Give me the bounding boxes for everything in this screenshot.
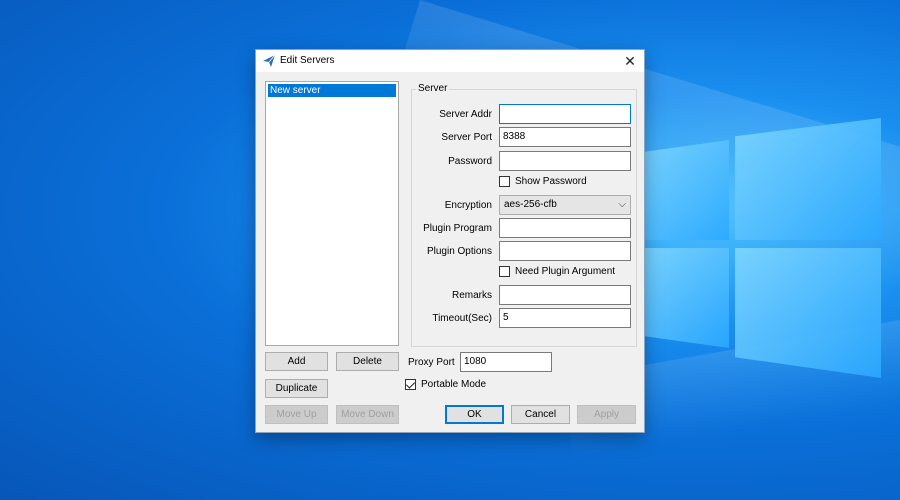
duplicate-button[interactable]: Duplicate — [265, 379, 328, 398]
server-port-label: Server Port — [441, 132, 492, 143]
server-addr-input[interactable] — [499, 104, 631, 124]
move-down-button[interactable]: Move Down — [336, 405, 399, 424]
title-bar[interactable]: Edit Servers ✕ — [256, 50, 644, 72]
server-list[interactable]: New server — [265, 81, 399, 346]
dialog-title: Edit Servers — [280, 55, 335, 66]
encryption-value: aes-256-cfb — [504, 199, 557, 210]
chevron-down-icon: ⌵ — [618, 199, 626, 210]
need-plugin-argument-checkbox[interactable]: Need Plugin Argument — [499, 266, 615, 277]
apply-button[interactable]: Apply — [577, 405, 636, 424]
plugin-options-label: Plugin Options — [426, 246, 492, 257]
plugin-program-label: Plugin Program — [423, 223, 492, 234]
timeout-input[interactable]: 5 — [499, 308, 631, 328]
encryption-select[interactable]: aes-256-cfb ⌵ — [499, 195, 631, 215]
close-icon[interactable]: ✕ — [616, 50, 644, 72]
portable-mode-label: Portable Mode — [421, 379, 487, 390]
server-group-title: Server — [416, 83, 450, 94]
paper-plane-icon — [262, 54, 276, 68]
plugin-program-input[interactable] — [499, 218, 631, 238]
portable-mode-box[interactable] — [405, 379, 416, 390]
remarks-label: Remarks — [451, 290, 492, 301]
remarks-input[interactable] — [499, 285, 631, 305]
cancel-button[interactable]: Cancel — [511, 405, 570, 424]
plugin-options-input[interactable] — [499, 241, 631, 261]
delete-button[interactable]: Delete — [336, 352, 399, 371]
add-button[interactable]: Add — [265, 352, 328, 371]
show-password-box[interactable] — [499, 176, 510, 187]
move-up-button[interactable]: Move Up — [265, 405, 328, 424]
show-password-label: Show Password — [515, 176, 587, 187]
show-password-checkbox[interactable]: Show Password — [499, 176, 587, 187]
encryption-label: Encryption — [444, 200, 492, 211]
timeout-label: Timeout(Sec) — [432, 313, 492, 324]
proxy-port-input[interactable]: 1080 — [460, 352, 552, 372]
need-plugin-argument-label: Need Plugin Argument — [515, 266, 616, 277]
edit-servers-dialog: Edit Servers ✕ New server Server Server … — [256, 50, 644, 432]
password-input[interactable] — [499, 151, 631, 171]
password-label: Password — [448, 156, 492, 167]
list-item[interactable]: New server — [268, 84, 396, 97]
server-addr-label: Server Addr — [439, 109, 492, 120]
proxy-port-label: Proxy Port — [408, 357, 455, 368]
server-port-input[interactable]: 8388 — [499, 127, 631, 147]
windows-logo-icon — [643, 118, 883, 383]
portable-mode-checkbox[interactable]: Portable Mode — [405, 379, 486, 390]
need-plugin-argument-box[interactable] — [499, 266, 510, 277]
ok-button[interactable]: OK — [445, 405, 504, 424]
